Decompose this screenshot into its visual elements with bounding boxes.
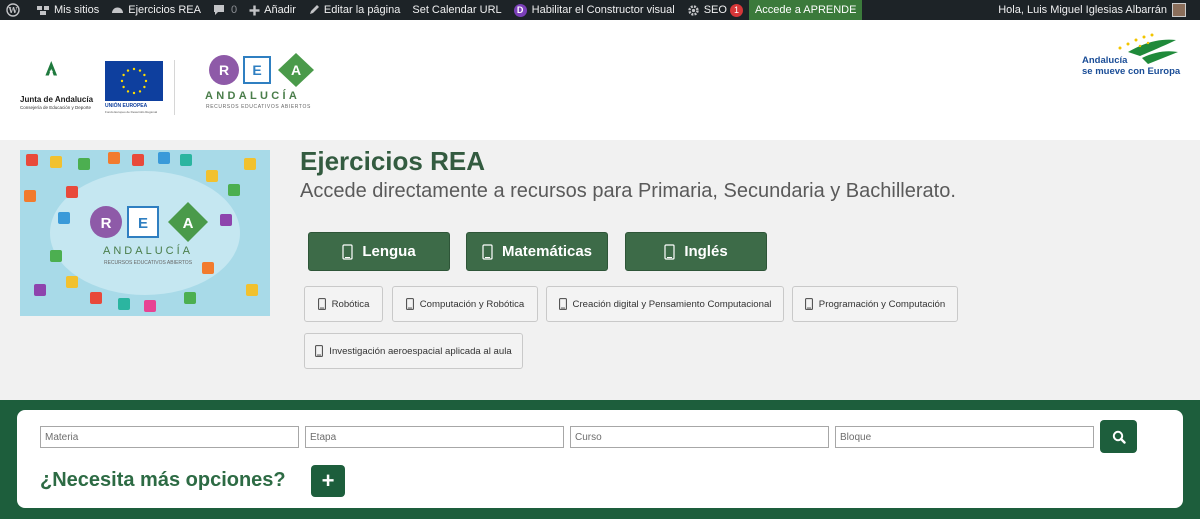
user-greeting: Hola, Luis Miguel Iglesias Albarrán <box>998 4 1167 16</box>
dashboard-icon <box>112 7 124 13</box>
set-calendar-link[interactable]: Set Calendar URL <box>406 0 507 20</box>
eu-subtitle: Fondo Europeo de Desarrollo Regional <box>105 110 158 114</box>
comment-icon <box>213 5 224 15</box>
topic-button-computacion-robotica[interactable]: Computación y Robótica <box>392 286 538 322</box>
aprende-link[interactable]: Accede a APRENDE <box>748 0 863 20</box>
search-section: Materia Etapa Curso Bloque ¿Necesita más… <box>0 400 1200 519</box>
curso-field[interactable]: Curso <box>570 426 829 448</box>
plus-icon <box>249 5 260 15</box>
eu-stars-icon <box>120 67 148 95</box>
divi-icon: D <box>513 3 527 17</box>
junta-subtitle: Consejería de Educación y Deporte <box>20 105 92 110</box>
add-new-label: Añadir <box>264 4 296 16</box>
my-sites-menu[interactable]: Mis sitios <box>30 0 105 20</box>
rea-andalucia-text: ANDALUCÍA <box>205 90 301 102</box>
tablet-icon <box>342 243 353 260</box>
materia-placeholder: Materia <box>45 431 79 443</box>
seo-badge: 1 <box>729 3 743 17</box>
eu-flag-logo <box>105 61 163 101</box>
page-subtitle: Accede directamente a recursos para Prim… <box>300 180 956 202</box>
etapa-placeholder: Etapa <box>310 431 337 443</box>
pencil-icon <box>309 5 319 14</box>
logo-divider <box>174 60 175 115</box>
tablet-icon <box>482 243 493 260</box>
rea-letter-r: R <box>219 62 229 78</box>
rea-letter-e: E <box>252 62 261 78</box>
search-card: Materia Etapa Curso Bloque ¿Necesita más… <box>17 410 1183 508</box>
comments-count: 0 <box>230 4 238 16</box>
andalucia-line1: Andalucía <box>1082 55 1128 66</box>
hero-rea-letter-a: A <box>183 215 194 232</box>
subject-button-ingles[interactable]: Inglés <box>625 232 767 271</box>
seo-label: SEO <box>703 4 727 16</box>
tablet-icon <box>405 298 414 310</box>
andalucia-line2: se mueve con Europa <box>1082 66 1181 77</box>
topic-label-programacion: Programación y Computación <box>818 298 946 310</box>
admin-bar: W Mis sitios Ejercicios REA 0 Añadir Edi… <box>0 0 1200 20</box>
hero-section: R E A ANDALUCÍA RECURSOS EDUCATIVOS ABIE… <box>0 140 1200 400</box>
tablet-icon <box>317 298 326 310</box>
visual-builder-link[interactable]: D Habilitar el Constructor visual <box>508 0 681 20</box>
seo-menu[interactable]: SEO 1 <box>681 0 749 20</box>
junta-title: Junta de Andalucía <box>20 95 94 104</box>
wordpress-icon: W <box>6 3 20 17</box>
hero-image: R E A ANDALUCÍA RECURSOS EDUCATIVOS ABIE… <box>20 150 270 316</box>
andalucia-europa-text: Andalucía se mueve con Europa <box>1082 55 1180 77</box>
subject-button-lengua[interactable]: Lengua <box>308 232 450 271</box>
bloque-field[interactable]: Bloque <box>835 426 1094 448</box>
my-sites-label: Mis sitios <box>54 4 100 16</box>
edit-page-label: Editar la página <box>323 4 401 16</box>
more-options-button[interactable]: + <box>311 465 345 497</box>
set-calendar-label: Set Calendar URL <box>412 4 502 16</box>
tablet-icon <box>804 298 813 310</box>
plus-icon: + <box>321 468 335 493</box>
topic-label-robotica: Robótica <box>331 298 370 310</box>
materia-field[interactable]: Materia <box>40 426 299 448</box>
wordpress-logo-menu[interactable]: W <box>0 0 30 20</box>
topic-button-programacion[interactable]: Programación y Computación <box>792 286 958 322</box>
add-new-menu[interactable]: Añadir <box>243 0 302 20</box>
topic-button-robotica[interactable]: Robótica <box>304 286 383 322</box>
junta-andalucia-logo[interactable] <box>20 60 100 95</box>
eu-title: UNIÓN EUROPEA <box>105 103 148 109</box>
hero-image-andalucia: ANDALUCÍA <box>103 244 193 257</box>
comments-menu[interactable]: 0 <box>207 0 243 20</box>
subject-label-matematicas: Matemáticas <box>501 243 593 260</box>
hero-rea-letter-e: E <box>138 215 148 232</box>
hero-rea-letter-r: R <box>101 215 112 232</box>
subject-button-matematicas[interactable]: Matemáticas <box>466 232 608 271</box>
hero-image-subtitle: RECURSOS EDUCATIVOS ABIERTOS <box>104 260 193 266</box>
svg-text:W: W <box>8 5 19 15</box>
tablet-icon <box>558 298 567 310</box>
search-icon <box>1112 430 1126 444</box>
topic-label-investigacion-aeroespacial: Investigación aeroespacial aplicada al a… <box>329 345 512 357</box>
topic-button-creacion-digital[interactable]: Creación digital y Pensamiento Computaci… <box>546 286 784 322</box>
site-name-menu[interactable]: Ejercicios REA <box>105 0 207 20</box>
search-button[interactable] <box>1100 420 1137 453</box>
gear-icon <box>688 4 699 16</box>
visual-builder-label: Habilitar el Constructor visual <box>531 4 675 16</box>
aprende-label: Accede a APRENDE <box>754 4 857 16</box>
my-sites-icon <box>37 6 49 15</box>
rea-letter-a: A <box>291 62 301 78</box>
etapa-field[interactable]: Etapa <box>305 426 564 448</box>
topic-label-computacion-robotica: Computación y Robótica <box>419 298 525 310</box>
curso-placeholder: Curso <box>575 431 602 443</box>
tablet-icon <box>664 243 675 260</box>
more-options-title: ¿Necesita más opciones? <box>40 469 286 491</box>
site-header: Junta de Andalucía Consejería de Educaci… <box>0 20 1200 140</box>
page-title: Ejercicios REA <box>300 146 485 176</box>
topic-label-creacion-digital: Creación digital y Pensamiento Computaci… <box>572 298 772 310</box>
user-account-menu[interactable]: Hola, Luis Miguel Iglesias Albarrán <box>998 0 1200 20</box>
site-name-label: Ejercicios REA <box>128 4 201 16</box>
topic-button-investigacion-aeroespacial[interactable]: Investigación aeroespacial aplicada al a… <box>304 333 523 369</box>
bloque-placeholder: Bloque <box>840 431 872 443</box>
rea-subtitle: RECURSOS EDUCATIVOS ABIERTOS <box>206 104 311 110</box>
subject-label-lengua: Lengua <box>362 243 416 260</box>
subject-label-ingles: Inglés <box>684 243 728 260</box>
avatar <box>1172 3 1186 17</box>
edit-page-link[interactable]: Editar la página <box>302 0 406 20</box>
tablet-icon <box>315 345 324 357</box>
hero-image-graphic: R E A ANDALUCÍA RECURSOS EDUCATIVOS ABIE… <box>20 150 270 316</box>
